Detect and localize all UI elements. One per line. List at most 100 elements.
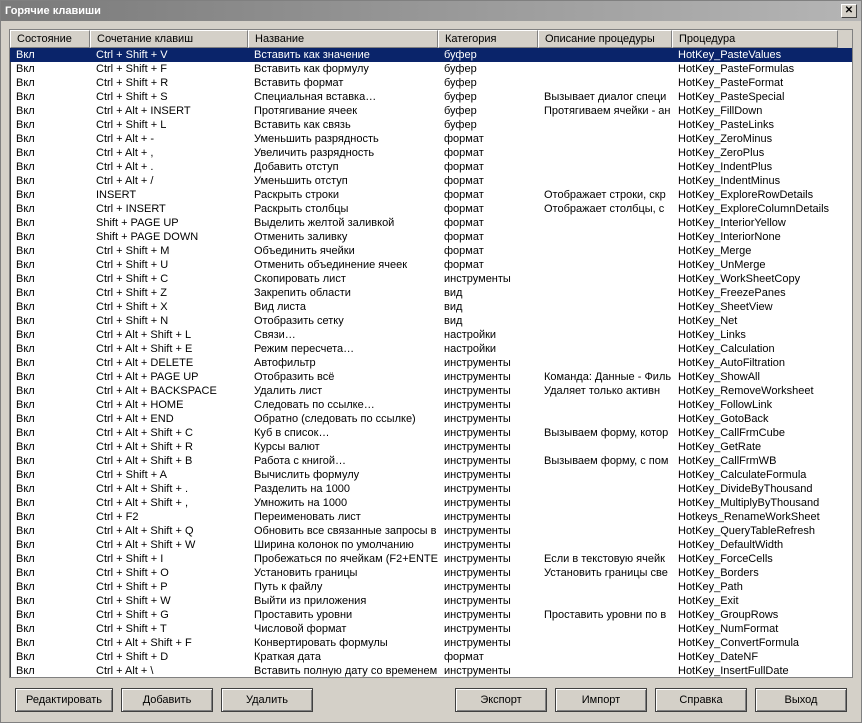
cell-desc xyxy=(538,216,672,230)
table-row[interactable]: ВклCtrl + Shift + ZЗакрепить областивидH… xyxy=(10,286,852,300)
column-category[interactable]: Категория xyxy=(438,30,538,48)
table-row[interactable]: ВклCtrl + Shift + LВставить как связьбуф… xyxy=(10,118,852,132)
table-row[interactable]: ВклCtrl + Alt + BACKSPACEУдалить листинс… xyxy=(10,384,852,398)
column-combo[interactable]: Сочетание клавиш xyxy=(90,30,248,48)
cell-proc: HotKey_CallFrmWB xyxy=(672,454,838,468)
table-row[interactable]: ВклCtrl + Shift + UОтменить объединение … xyxy=(10,258,852,272)
table-row[interactable]: ВклCtrl + Shift + WВыйти из приложенияин… xyxy=(10,594,852,608)
table-row[interactable]: ВклCtrl + Shift + RВставить форматбуферH… xyxy=(10,76,852,90)
cell-desc xyxy=(538,580,672,594)
cell-name: Объединить ячейки xyxy=(248,244,438,258)
export-button[interactable]: Экспорт xyxy=(455,688,547,712)
listview-body[interactable]: ВклCtrl + Shift + VВставить как значение… xyxy=(10,48,852,677)
table-row[interactable]: ВклCtrl + Alt + ,Увеличить разрядностьфо… xyxy=(10,146,852,160)
table-row[interactable]: ВклShift + PAGE DOWNОтменить заливкуформ… xyxy=(10,230,852,244)
cell-proc: HotKey_InteriorYellow xyxy=(672,216,838,230)
cell-name: Отобразить сетку xyxy=(248,314,438,328)
cell-desc xyxy=(538,440,672,454)
table-row[interactable]: ВклCtrl + Alt + Shift + FКонвертировать … xyxy=(10,636,852,650)
table-row[interactable]: ВклCtrl + INSERTРаскрыть столбцыформатОт… xyxy=(10,202,852,216)
cell-proc: HotKey_GroupRows xyxy=(672,608,838,622)
cell-state: Вкл xyxy=(10,76,90,90)
cell-state: Вкл xyxy=(10,664,90,677)
column-name[interactable]: Название xyxy=(248,30,438,48)
table-row[interactable]: ВклCtrl + Shift + NОтобразить сеткувидHo… xyxy=(10,314,852,328)
table-row[interactable]: ВклCtrl + Alt + PAGE UPОтобразить всёинс… xyxy=(10,370,852,384)
cell-cat: формат xyxy=(438,188,538,202)
table-row[interactable]: ВклCtrl + Shift + XВид листавидHotKey_Sh… xyxy=(10,300,852,314)
table-row[interactable]: ВклCtrl + Alt + Shift + LСвязи…настройки… xyxy=(10,328,852,342)
cell-name: Вставить как связь xyxy=(248,118,438,132)
table-row[interactable]: ВклCtrl + Alt + \Вставить полную дату со… xyxy=(10,664,852,677)
column-state[interactable]: Состояние xyxy=(10,30,90,48)
table-row[interactable]: ВклCtrl + Alt + Shift + CКуб в список…ин… xyxy=(10,426,852,440)
table-row[interactable]: ВклCtrl + Shift + AВычислить формулуинст… xyxy=(10,468,852,482)
table-row[interactable]: ВклCtrl + Shift + MОбъединить ячейкиформ… xyxy=(10,244,852,258)
delete-button[interactable]: Удалить xyxy=(221,688,313,712)
table-row[interactable]: ВклCtrl + Shift + OУстановить границыинс… xyxy=(10,566,852,580)
cell-desc xyxy=(538,622,672,636)
help-button[interactable]: Справка xyxy=(655,688,747,712)
table-row[interactable]: ВклCtrl + Alt + Shift + EРежим пересчета… xyxy=(10,342,852,356)
table-row[interactable]: ВклCtrl + Alt + Shift + WШирина колонок … xyxy=(10,538,852,552)
titlebar[interactable]: Горячие клавиши ✕ xyxy=(1,1,861,21)
close-icon[interactable]: ✕ xyxy=(841,4,857,18)
table-row[interactable]: ВклCtrl + Alt + -Уменьшить разрядностьфо… xyxy=(10,132,852,146)
table-row[interactable]: ВклCtrl + Shift + SСпециальная вставка…б… xyxy=(10,90,852,104)
cell-name: Разделить на 1000 xyxy=(248,482,438,496)
table-row[interactable]: ВклCtrl + Shift + PПуть к файлуинструмен… xyxy=(10,580,852,594)
cell-desc xyxy=(538,48,672,62)
table-row[interactable]: ВклCtrl + Shift + TЧисловой форматинстру… xyxy=(10,622,852,636)
table-row[interactable]: ВклCtrl + Alt + Shift + .Разделить на 10… xyxy=(10,482,852,496)
cell-cat: вид xyxy=(438,314,538,328)
cell-state: Вкл xyxy=(10,328,90,342)
exit-button[interactable]: Выход xyxy=(755,688,847,712)
cell-cat: инструменты xyxy=(438,608,538,622)
cell-proc: HotKey_InsertFullDate xyxy=(672,664,838,677)
column-desc[interactable]: Описание процедуры xyxy=(538,30,672,48)
cell-desc xyxy=(538,482,672,496)
table-row[interactable]: ВклINSERTРаскрыть строкиформатОтображает… xyxy=(10,188,852,202)
table-row[interactable]: ВклCtrl + Alt + Shift + RКурсы валютинст… xyxy=(10,440,852,454)
cell-cat: инструменты xyxy=(438,426,538,440)
table-row[interactable]: ВклCtrl + Shift + IПробежаться по ячейка… xyxy=(10,552,852,566)
table-row[interactable]: ВклCtrl + Alt + /Уменьшить отступформатH… xyxy=(10,174,852,188)
table-row[interactable]: ВклCtrl + Alt + .Добавить отступформатHo… xyxy=(10,160,852,174)
cell-name: Удалить лист xyxy=(248,384,438,398)
column-proc[interactable]: Процедура xyxy=(672,30,838,48)
table-row[interactable]: ВклCtrl + Alt + Shift + ,Умножить на 100… xyxy=(10,496,852,510)
table-row[interactable]: ВклCtrl + Shift + FВставить как формулуб… xyxy=(10,62,852,76)
table-row[interactable]: ВклCtrl + Alt + DELETEАвтофильтринструме… xyxy=(10,356,852,370)
cell-cat: инструменты xyxy=(438,454,538,468)
cell-name: Ширина колонок по умолчанию xyxy=(248,538,438,552)
cell-desc: Отображает строки, скр xyxy=(538,188,672,202)
table-row[interactable]: ВклCtrl + Alt + ENDОбратно (следовать по… xyxy=(10,412,852,426)
table-row[interactable]: ВклCtrl + Shift + CСкопировать листинстр… xyxy=(10,272,852,286)
table-row[interactable]: ВклCtrl + Shift + DКраткая датаформатHot… xyxy=(10,650,852,664)
cell-state: Вкл xyxy=(10,622,90,636)
cell-name: Курсы валют xyxy=(248,440,438,454)
table-row[interactable]: ВклCtrl + F2Переименовать листинструмент… xyxy=(10,510,852,524)
cell-name: Вид листа xyxy=(248,300,438,314)
add-button[interactable]: Добавить xyxy=(121,688,213,712)
cell-name: Раскрыть строки xyxy=(248,188,438,202)
table-row[interactable]: ВклCtrl + Shift + VВставить как значение… xyxy=(10,48,852,62)
cell-proc: HotKey_RemoveWorksheet xyxy=(672,384,838,398)
cell-state: Вкл xyxy=(10,244,90,258)
cell-desc: Вызываем форму, котор xyxy=(538,426,672,440)
table-row[interactable]: ВклShift + PAGE UPВыделить желтой заливк… xyxy=(10,216,852,230)
cell-cat: инструменты xyxy=(438,398,538,412)
cell-combo: Ctrl + Shift + N xyxy=(90,314,248,328)
edit-button[interactable]: Редактировать xyxy=(15,688,113,712)
cell-name: Путь к файлу xyxy=(248,580,438,594)
cell-proc: HotKey_FollowLink xyxy=(672,398,838,412)
table-row[interactable]: ВклCtrl + Alt + Shift + QОбновить все св… xyxy=(10,524,852,538)
cell-combo: Ctrl + Shift + T xyxy=(90,622,248,636)
table-row[interactable]: ВклCtrl + Alt + Shift + BРабота с книгой… xyxy=(10,454,852,468)
hotkeys-listview[interactable]: Состояние Сочетание клавиш Название Кате… xyxy=(9,29,853,678)
cell-desc xyxy=(538,328,672,342)
table-row[interactable]: ВклCtrl + Alt + INSERTПротягивание ячеек… xyxy=(10,104,852,118)
table-row[interactable]: ВклCtrl + Alt + HOMEСледовать по ссылке…… xyxy=(10,398,852,412)
import-button[interactable]: Импорт xyxy=(555,688,647,712)
table-row[interactable]: ВклCtrl + Shift + GПроставить уровниинст… xyxy=(10,608,852,622)
